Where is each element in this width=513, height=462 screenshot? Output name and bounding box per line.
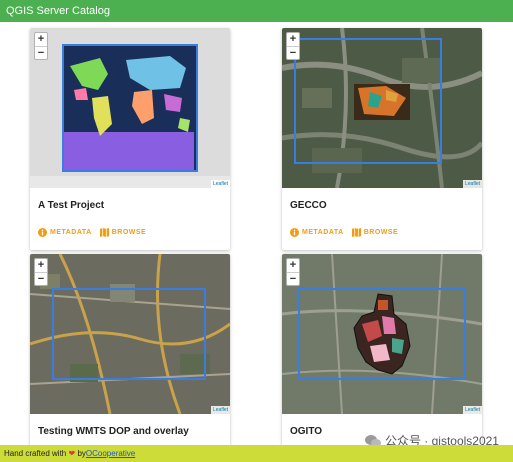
extent-box [294, 38, 442, 164]
card-actions: METADATA BROWSE [290, 228, 398, 237]
zoom-in-button[interactable]: + [287, 33, 299, 46]
app-header: QGIS Server Catalog [0, 0, 513, 22]
project-card: + − Leaflet OGITO [282, 254, 482, 445]
heart-icon: ❤ [68, 449, 76, 458]
catalog-grid: + − Leaflet A Test Project METADATA BROW… [0, 22, 513, 445]
metadata-button[interactable]: METADATA [290, 228, 344, 237]
project-title: Testing WMTS DOP and overlay [38, 426, 189, 437]
card-actions: METADATA BROWSE [38, 228, 146, 237]
zoom-out-button[interactable]: − [35, 46, 47, 59]
zoom-out-button[interactable]: − [35, 272, 47, 285]
map-preview[interactable]: + − Leaflet [282, 28, 482, 188]
map-attribution[interactable]: Leaflet [210, 180, 230, 188]
footer-prefix: Hand crafted with [4, 449, 67, 458]
zoom-control[interactable]: + − [34, 32, 48, 60]
footer-link[interactable]: OCooperative [86, 449, 135, 458]
extent-box [298, 288, 466, 380]
zoom-out-button[interactable]: − [287, 46, 299, 59]
project-card: + − Leaflet Testing WMTS DOP and overlay [30, 254, 230, 445]
map-preview[interactable]: + − Leaflet [30, 28, 230, 188]
project-card: + − Leaflet A Test Project METADATA BROW… [30, 28, 230, 250]
zoom-control[interactable]: + − [286, 258, 300, 286]
browse-button[interactable]: BROWSE [351, 228, 399, 237]
browse-button[interactable]: BROWSE [99, 228, 147, 237]
map-icon [99, 228, 109, 237]
project-card: + − Leaflet GECCO METADATA BROWSE [282, 28, 482, 250]
info-icon [38, 228, 47, 237]
extent-box [52, 288, 206, 380]
metadata-button[interactable]: METADATA [38, 228, 92, 237]
map-attribution[interactable]: Leaflet [462, 180, 482, 188]
zoom-control[interactable]: + − [34, 258, 48, 286]
browse-label: BROWSE [363, 229, 399, 236]
map-preview[interactable]: + − Leaflet [30, 254, 230, 414]
zoom-in-button[interactable]: + [35, 33, 47, 46]
zoom-out-button[interactable]: − [287, 272, 299, 285]
metadata-label: METADATA [50, 229, 92, 236]
map-attribution[interactable]: Leaflet [210, 406, 230, 414]
project-title: GECCO [290, 200, 327, 211]
zoom-in-button[interactable]: + [287, 259, 299, 272]
metadata-label: METADATA [302, 229, 344, 236]
app-footer: Hand crafted with ❤ byOCooperative [0, 445, 513, 462]
footer-by: by [77, 449, 86, 458]
zoom-in-button[interactable]: + [35, 259, 47, 272]
project-title: A Test Project [38, 200, 105, 211]
browse-label: BROWSE [111, 229, 147, 236]
map-icon [351, 228, 361, 237]
project-title: OGITO [290, 426, 323, 437]
map-preview[interactable]: + − Leaflet [282, 254, 482, 414]
app-title: QGIS Server Catalog [6, 5, 110, 17]
map-attribution[interactable]: Leaflet [462, 406, 482, 414]
zoom-control[interactable]: + − [286, 32, 300, 60]
info-icon [290, 228, 299, 237]
extent-box [62, 44, 198, 172]
